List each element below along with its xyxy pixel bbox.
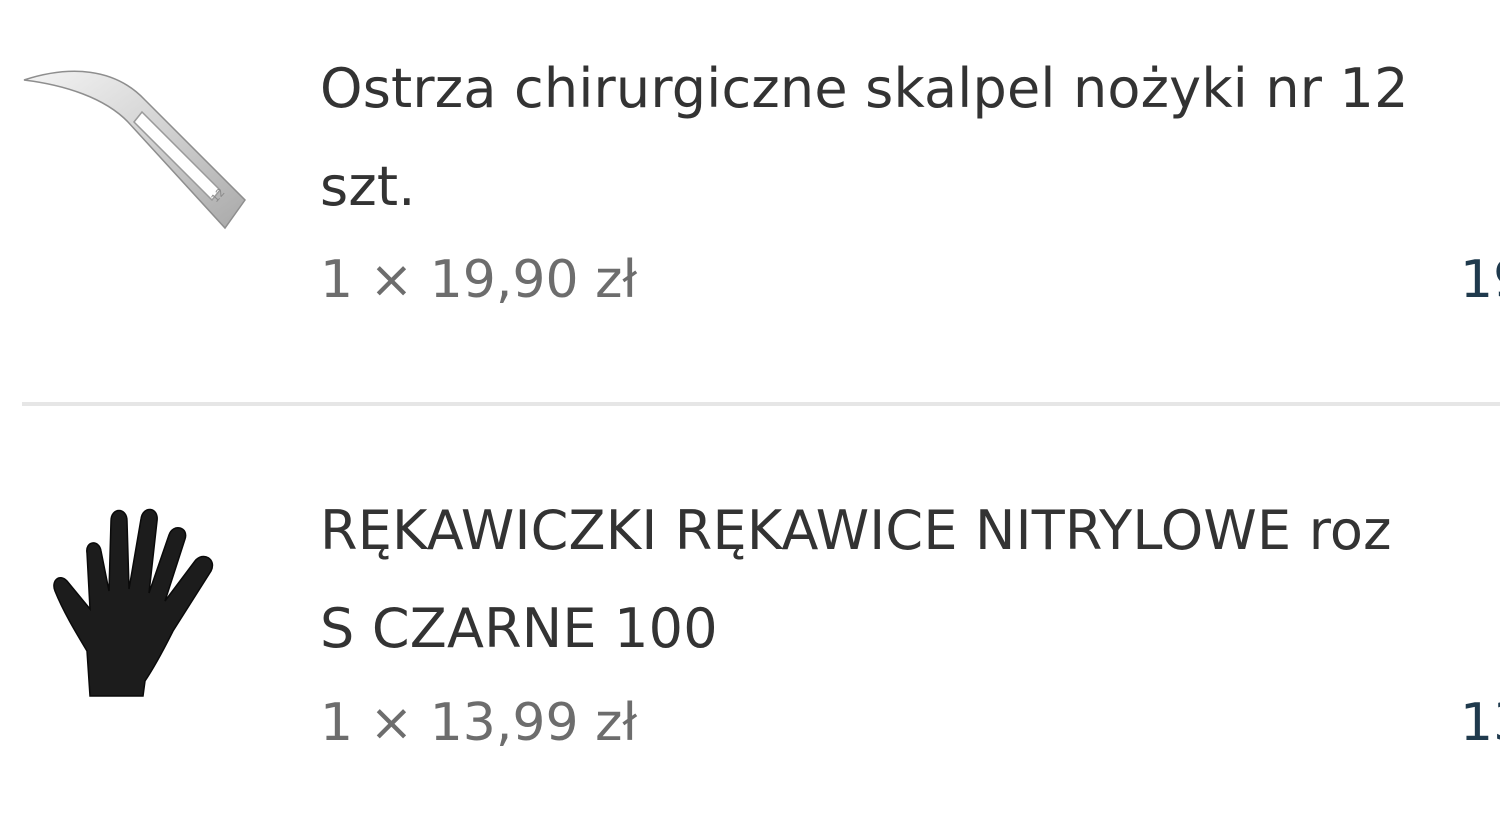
item-title-line-1[interactable]: Ostrza chirurgiczne skalpel nożyki nr 12 [320,57,1409,120]
scalpel-blade-icon[interactable]: 12 [20,60,250,235]
cart-summary: 12 Ostrza chirurgiczne skalpel nożyki nr… [0,0,1500,840]
item-title-line-2[interactable]: S CZARNE 100 [320,597,718,660]
cart-item-scalpel[interactable]: 12 Ostrza chirurgiczne skalpel nożyki nr… [0,0,1500,404]
cart-item-gloves[interactable]: RĘKAWICZKI RĘKAWICE NITRYLOWE roz S CZAR… [0,406,1500,840]
item-title[interactable]: RĘKAWICZKI RĘKAWICE NITRYLOWE roz S CZAR… [320,482,1500,678]
item-title-line-2[interactable]: szt. [320,155,416,218]
quantity-price: 1 × 19,90 zł [320,250,638,310]
black-glove-icon[interactable] [45,491,235,701]
line-total: 19 [1460,250,1500,310]
item-title-line-1[interactable]: RĘKAWICZKI RĘKAWICE NITRYLOWE roz [320,499,1392,562]
quantity-price: 1 × 13,99 zł [320,693,638,753]
line-total: 13 [1460,693,1500,753]
item-title[interactable]: Ostrza chirurgiczne skalpel nożyki nr 12… [320,40,1500,236]
